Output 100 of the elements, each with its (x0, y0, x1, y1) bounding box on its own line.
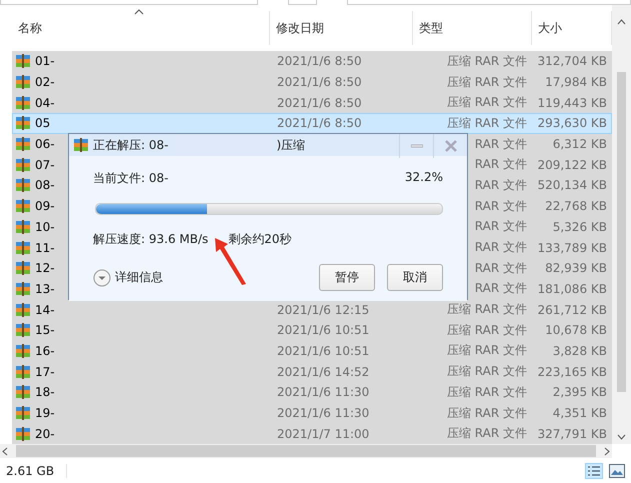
file-name: 14- (35, 302, 55, 317)
file-name: 08- (35, 178, 55, 192)
scroll-down-icon[interactable] (617, 434, 626, 440)
file-row[interactable]: 04- 2021/1/6 8:50 压缩 RAR 文件 119,443 KB (12, 92, 612, 114)
archive-icon (15, 426, 31, 442)
file-size: 22,768 KB (545, 199, 607, 214)
archive-icon (15, 115, 31, 132)
file-type: 压缩 RAR 文件 (446, 425, 527, 442)
archive-icon (15, 322, 31, 338)
modified-date: 2021/1/6 8:50 (277, 96, 362, 110)
file-name: 09- (35, 199, 55, 214)
archive-icon (15, 364, 31, 380)
horizontal-scrollbar[interactable] (0, 444, 612, 458)
file-type: RAR 文件 (474, 239, 527, 256)
file-row[interactable]: 16- 2021/1/6 10:51 压缩 RAR 文件 3,828 KB (12, 340, 612, 362)
file-name: 01- (35, 54, 55, 68)
column-header[interactable]: 名称 (12, 11, 270, 45)
archive-icon (15, 342, 31, 359)
file-size: 6,312 KB (552, 137, 607, 152)
archive-icon (15, 405, 31, 422)
details-link[interactable]: 详细信息 (115, 269, 163, 286)
file-name: 06- (35, 137, 55, 152)
modified-date: 2021/1/7 11:00 (277, 426, 370, 441)
file-type: RAR 文件 (474, 218, 527, 236)
column-header[interactable]: 类型 (413, 11, 532, 45)
file-name: 20- (35, 426, 55, 441)
file-type: 压缩 RAR 文件 (446, 52, 527, 70)
progress-percent: 32.2% (404, 170, 443, 186)
extract-speed: 解压速度: 93.6 MB/s (93, 231, 208, 248)
modified-date: 2021/1/6 11:30 (277, 406, 370, 420)
vertical-scrollbar[interactable] (612, 5, 631, 444)
modified-date: 2021/1/6 11:30 (277, 385, 370, 400)
file-size: 209,122 KB (537, 158, 607, 172)
file-row[interactable]: 01- 2021/1/6 8:50 压缩 RAR 文件 312,704 KB (12, 51, 612, 72)
file-type: RAR 文件 (474, 176, 527, 194)
archive-icon (15, 240, 31, 256)
file-name: 17- (35, 364, 55, 379)
file-type: 压缩 RAR 文件 (446, 363, 527, 380)
scroll-up-icon[interactable] (617, 19, 626, 25)
file-type: 压缩 RAR 文件 (446, 322, 527, 339)
file-type: RAR 文件 (474, 260, 527, 277)
scroll-left-icon[interactable] (2, 446, 8, 456)
file-name: 07- (35, 158, 55, 172)
file-size: 4,351 KB (552, 406, 607, 420)
archive-icon (15, 384, 31, 400)
file-size: 293,630 KB (537, 116, 607, 130)
file-size: 312,704 KB (537, 54, 607, 68)
scroll-right-icon[interactable] (604, 446, 610, 456)
file-type: 压缩 RAR 文件 (446, 384, 527, 401)
archive-icon (73, 137, 89, 153)
modified-date: 2021/1/6 14:52 (277, 364, 370, 379)
file-row[interactable]: 19- 2021/1/6 11:30 压缩 RAR 文件 4,351 KB (12, 402, 612, 424)
file-name: 16- (35, 344, 55, 358)
file-size: 119,443 KB (537, 96, 607, 110)
modified-date: 2021/1/6 10:51 (277, 323, 370, 338)
preview-view-icon[interactable] (609, 464, 625, 478)
file-name: 05 (35, 116, 50, 130)
file-type: RAR 文件 (474, 136, 527, 153)
file-type: 压缩 RAR 文件 (446, 74, 527, 91)
file-name: 15- (35, 323, 55, 338)
archive-icon (15, 218, 31, 235)
file-type: 压缩 RAR 文件 (446, 301, 527, 318)
dialog-button[interactable]: 暂停 (319, 264, 375, 291)
file-size: 82,939 KB (545, 261, 607, 276)
file-size: 2,395 KB (552, 385, 607, 400)
dialog-button[interactable]: 取消 (387, 264, 443, 291)
file-row[interactable]: 20- 2021/1/7 11:00 压缩 RAR 文件 327,791 KB (12, 423, 612, 444)
archive-icon (15, 136, 31, 152)
current-file: 当前文件: 08- (93, 170, 168, 187)
archive-icon (15, 53, 31, 70)
archive-icon (15, 177, 31, 194)
file-size: 5,326 KB (552, 220, 607, 234)
archive-icon (15, 260, 31, 276)
file-type: 压缩 RAR 文件 (446, 94, 527, 112)
file-size: 261,712 KB (537, 302, 607, 317)
file-name: 04- (35, 96, 55, 110)
file-type: RAR 文件 (474, 280, 527, 298)
modified-date: 2021/1/6 8:50 (277, 75, 362, 90)
archive-icon (15, 198, 31, 214)
file-name: 02- (35, 75, 55, 90)
file-row[interactable]: 02- 2021/1/6 8:50 压缩 RAR 文件 17,984 KB (12, 72, 612, 92)
expand-icon[interactable] (93, 268, 111, 286)
file-row[interactable]: 05 2021/1/6 8:50 压缩 RAR 文件 293,630 KB (12, 113, 612, 134)
file-name: 11- (35, 240, 55, 255)
file-type: 压缩 RAR 文件 (446, 114, 527, 132)
file-name: 12- (35, 261, 55, 276)
file-row[interactable]: 14- 2021/1/6 12:15 压缩 RAR 文件 261,712 KB (12, 299, 612, 320)
file-row[interactable]: 17- 2021/1/6 14:52 压缩 RAR 文件 223,165 KB (12, 361, 612, 382)
archive-icon (15, 302, 31, 318)
time-remaining: 剩余约20秒 (228, 231, 292, 248)
column-header[interactable]: 修改日期 (270, 11, 413, 45)
file-name: 19- (35, 406, 55, 420)
details-view-icon[interactable] (585, 462, 603, 478)
file-row[interactable]: 15- 2021/1/6 10:51 压缩 RAR 文件 10,678 KB (12, 320, 612, 341)
modified-date: 2021/1/6 8:50 (277, 116, 362, 130)
archive-icon (15, 74, 31, 90)
file-row[interactable]: 18- 2021/1/6 11:30 压缩 RAR 文件 2,395 KB (12, 382, 612, 403)
file-size: 17,984 KB (545, 75, 607, 90)
minimize-icon (410, 144, 422, 148)
file-size: 327,791 KB (537, 426, 607, 441)
